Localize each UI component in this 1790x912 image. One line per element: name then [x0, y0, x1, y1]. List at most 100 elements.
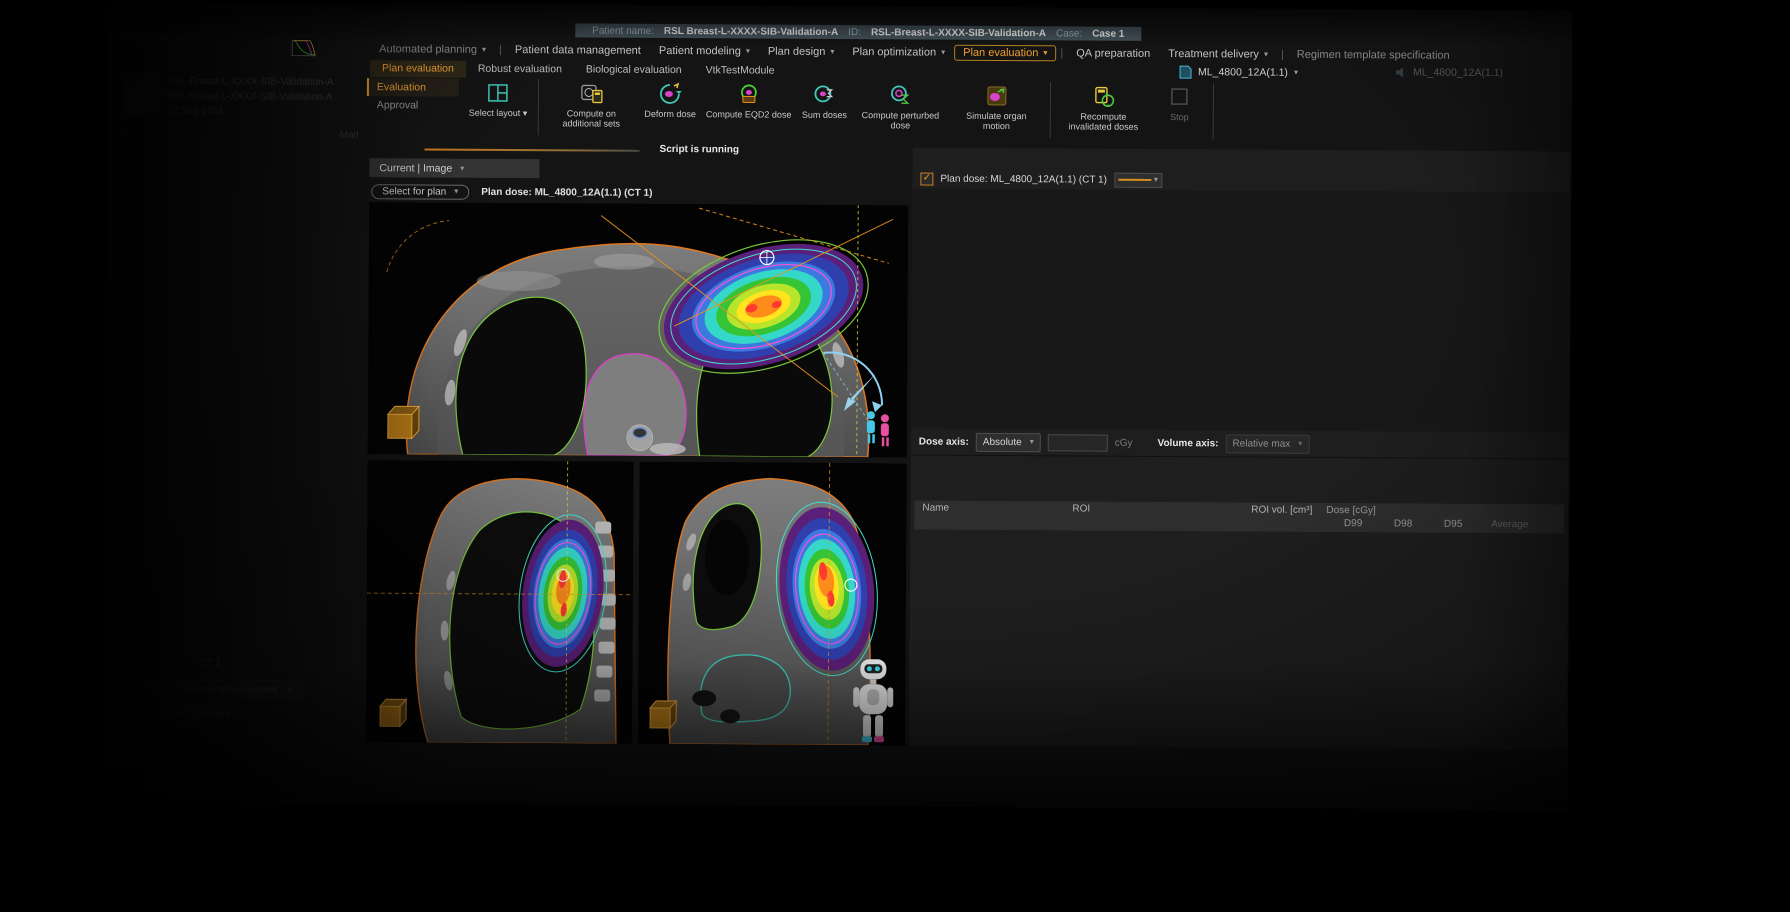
- deform-dose-button[interactable]: Deform dose: [640, 78, 700, 120]
- button-label: Recompute invalidated doses: [1060, 111, 1146, 132]
- curve-style-sample: [1118, 179, 1151, 181]
- roi-material-management-button[interactable]: ROI material management▾: [147, 680, 304, 700]
- ribbon-toolbar: EvaluationApproval Select layout ▾ Comput…: [365, 76, 1565, 147]
- case-label: Case:: [1056, 28, 1082, 39]
- chevron-down-icon: ▾: [1030, 438, 1034, 446]
- menu-item-label: Patient data management: [515, 44, 641, 57]
- menu-item-regimen-template-specification[interactable]: Regimen template specification: [1288, 47, 1459, 64]
- patient-card: RSL-Breast-L-XXXX-SIB-Validation-A RSL B…: [117, 70, 369, 125]
- menu-item-patient-data-management[interactable]: Patient data management: [506, 42, 650, 59]
- roi-material-column-label: Matl: [340, 130, 359, 141]
- select-layout-button[interactable]: Select layout ▾: [465, 77, 532, 119]
- sum-doses-button[interactable]: Sum doses: [797, 79, 851, 121]
- col-dose-group-header: Dose [cGy]: [1320, 503, 1536, 519]
- toolbar-separator: [1212, 83, 1213, 139]
- table-header: Name ROI ROI vol. [cm³] Dose [cGy] D99 D…: [914, 500, 1564, 533]
- curve-style-dropdown[interactable]: ▾: [1114, 172, 1162, 187]
- tab-vtktestmodule[interactable]: VtkTestModule: [694, 62, 787, 80]
- viewport-sagittal[interactable]: [366, 460, 634, 744]
- volume-axis-label: Volume axis:: [1157, 437, 1218, 448]
- evaluation-panel: ✓ Plan dose: ML_4800_12A(1.1) (CT 1) ▾ D…: [909, 147, 1571, 749]
- ribbon-tab-evaluation[interactable]: Evaluation: [367, 78, 459, 97]
- menu-item-label: Plan evaluation: [963, 47, 1038, 59]
- viewport-coronal[interactable]: [638, 462, 907, 746]
- simulate-organ-motion-button[interactable]: Simulate organ motion: [949, 80, 1043, 132]
- layout-icon: [486, 80, 510, 106]
- dvh-axis-controls: Dose axis: Absolute▾ cGy Volume axis: Re…: [911, 428, 1569, 458]
- statistics-mode-radios: [910, 478, 1568, 502]
- volume-axis-dropdown[interactable]: Relative max▾: [1225, 434, 1309, 454]
- ct-sagittal-image: [366, 460, 634, 744]
- menu-separator: |: [1277, 49, 1288, 61]
- compute-eqd2-dose-button[interactable]: Compute EQD2 dose: [702, 78, 796, 120]
- chevron-down-icon: ▾: [460, 164, 464, 172]
- col-d99-header: D99: [1320, 518, 1370, 532]
- plan-selector-primary[interactable]: ML_4800_12A(1.1) ▾: [1179, 65, 1298, 80]
- dose-statistics-table: Name ROI ROI vol. [cm³] Dose [cGy] D99 D…: [914, 500, 1564, 533]
- menu-item-plan-optimization[interactable]: Plan optimization ▾: [843, 44, 954, 61]
- button-label: Compute on additional sets: [548, 108, 634, 129]
- patient-card-name: RSL-Breast-L-XXXX-SIB-Validation-A: [167, 74, 334, 90]
- compute-perturbed-dose-button[interactable]: Compute perturbed dose: [853, 79, 947, 131]
- examination-label: CT 1: [199, 658, 221, 669]
- plan-dose-checkbox[interactable]: ✓: [920, 172, 933, 185]
- selected-plan-dose-label: Plan dose: ML_4800_12A(1.1) (CT 1): [481, 186, 652, 198]
- button-label: Deform dose: [644, 109, 696, 120]
- button-label: Select layout ▾: [469, 108, 528, 119]
- plan-selector-secondary[interactable]: ML_4800_12A(1.1): [1395, 66, 1503, 79]
- button-label: Compute EQD2 dose: [706, 109, 792, 120]
- photo-stage: RSL-Breast-L-XXXX-SIB-Validation-A RSL B…: [0, 0, 1790, 912]
- patient-id-value: RSL-Breast-L-XXXX-SIB-Validation-A: [871, 27, 1046, 39]
- chevron-down-icon[interactable]: ▾: [125, 129, 129, 140]
- chevron-down-icon: ▾: [941, 49, 945, 57]
- menu-item-label: Plan optimization: [852, 46, 936, 59]
- menu-item-plan-design[interactable]: Plan design▾: [759, 44, 844, 61]
- viewer-tab[interactable]: Current | Image▾: [369, 158, 539, 178]
- chevron-down-icon: ▾: [454, 188, 458, 196]
- menu-item-qa-preparation[interactable]: QA preparation: [1067, 45, 1159, 62]
- col-d95-header: D95: [1420, 519, 1470, 533]
- viewport-transversal[interactable]: [368, 202, 909, 457]
- dose-axis-label: Dose axis:: [919, 436, 969, 447]
- stop-button[interactable]: Stop: [1152, 81, 1206, 123]
- roi-poi-details-button[interactable]: ROI/POI details: [147, 704, 243, 724]
- speaker-icon: [1395, 66, 1407, 78]
- chevron-down-icon: ▾: [1294, 69, 1298, 77]
- button-label: Simulate organ motion: [953, 111, 1039, 132]
- roi-list-header: ▾ Matl: [117, 123, 369, 144]
- dose-axis-unit: cGy: [1115, 437, 1133, 448]
- recompute-icon: [1091, 84, 1115, 110]
- deform-icon: [658, 81, 682, 107]
- tab-biological-evaluation[interactable]: Biological evaluation: [574, 61, 694, 79]
- perturbed-icon: [888, 82, 912, 108]
- ribbon-group-tabs: EvaluationApproval: [367, 78, 459, 115]
- tab-robust-evaluation[interactable]: Robust evaluation: [466, 61, 574, 79]
- roi-tree: [117, 144, 369, 146]
- ribbon-tab-approval[interactable]: Approval: [367, 96, 459, 115]
- tab-plan-evaluation[interactable]: Plan evaluation: [370, 60, 466, 78]
- recompute-invalidated-doses-button[interactable]: Recompute invalidated doses: [1056, 80, 1150, 132]
- patient-name-label: Patient name:: [592, 25, 654, 36]
- col-name-header: Name: [914, 500, 1064, 516]
- select-for-plan-button[interactable]: Select for plan▾: [371, 184, 469, 200]
- patient-info-bar: Patient name: RSL Breast-L-XXXX-SIB-Vali…: [575, 23, 1141, 40]
- chevron-down-icon: ▾: [1154, 176, 1158, 184]
- compute-on-additional-sets-button[interactable]: Compute on additional sets: [544, 77, 638, 129]
- script-progress-bar: [425, 148, 640, 151]
- menu-item-treatment-delivery[interactable]: Treatment delivery▾: [1159, 46, 1277, 63]
- button-label: Stop: [1170, 112, 1189, 122]
- ribbon-buttons: Select layout ▾ Compute on additional set…: [465, 77, 1565, 148]
- compute-sets-icon: [579, 80, 603, 106]
- dose-axis-dropdown[interactable]: Absolute▾: [976, 432, 1041, 451]
- dose-axis-max-input[interactable]: [1048, 434, 1108, 451]
- sum-icon: [812, 82, 836, 108]
- menu-item-automated-planning[interactable]: Automated planning▾: [370, 41, 495, 58]
- raystation-logo: [290, 37, 318, 64]
- dvh-chart[interactable]: [911, 188, 1570, 432]
- menu-item-plan-evaluation[interactable]: Plan evaluation▾: [954, 45, 1056, 62]
- case-value: Case 1: [1092, 28, 1124, 39]
- orientation-cube-icon: [650, 701, 676, 728]
- menu-item-patient-modeling[interactable]: Patient modeling▾: [650, 43, 759, 60]
- plan-file-icon: [1179, 65, 1192, 79]
- menu-item-label: Plan design: [768, 46, 826, 58]
